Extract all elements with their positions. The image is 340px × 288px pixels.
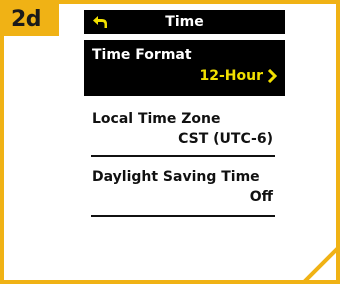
title-bar: Time <box>84 10 285 34</box>
setting-label: Daylight Saving Time <box>92 169 260 185</box>
setting-daylight-saving-time[interactable]: Daylight Saving Time Off <box>84 164 285 217</box>
setting-local-time-zone[interactable]: Local Time Zone CST (UTC-6) <box>84 106 285 157</box>
device-screen: Time Time Format 12-Hour Local Time Zone… <box>84 4 285 288</box>
corner-fold-decoration <box>302 246 338 282</box>
setting-value: Off <box>249 189 273 205</box>
setting-value: 12-Hour <box>199 68 264 84</box>
step-badge: 2d <box>4 4 59 36</box>
chevron-right-icon <box>267 69 277 83</box>
setting-label: Time Format <box>92 47 192 63</box>
instruction-panel: 2d Time Time Format 12-Hour Local Time Z… <box>0 0 340 284</box>
row-divider <box>91 215 275 217</box>
row-divider <box>91 155 275 157</box>
setting-time-format[interactable]: Time Format 12-Hour <box>84 40 285 96</box>
setting-value: CST (UTC-6) <box>178 131 273 147</box>
page-title: Time <box>165 14 204 30</box>
setting-label: Local Time Zone <box>92 111 221 127</box>
